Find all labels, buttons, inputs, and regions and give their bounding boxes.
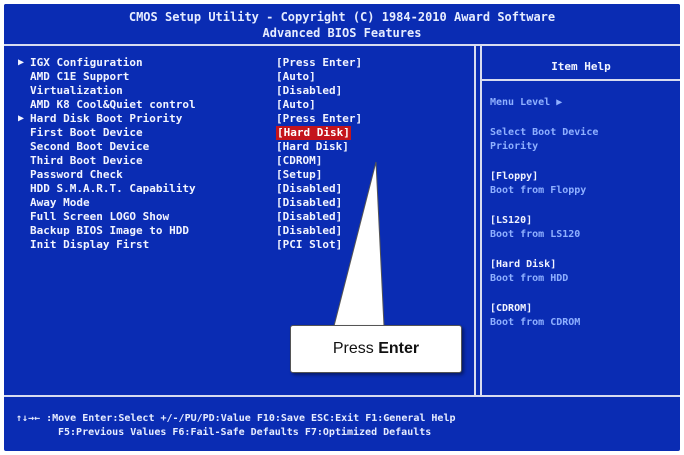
- callout-pointer-shape: [333, 161, 385, 327]
- callout-key: Enter: [378, 340, 420, 357]
- callout-box: Press Enter: [290, 325, 462, 373]
- callout-prefix: Press: [332, 340, 379, 357]
- callout-pointer: [333, 161, 385, 327]
- callout-text: Press Enter: [291, 326, 461, 372]
